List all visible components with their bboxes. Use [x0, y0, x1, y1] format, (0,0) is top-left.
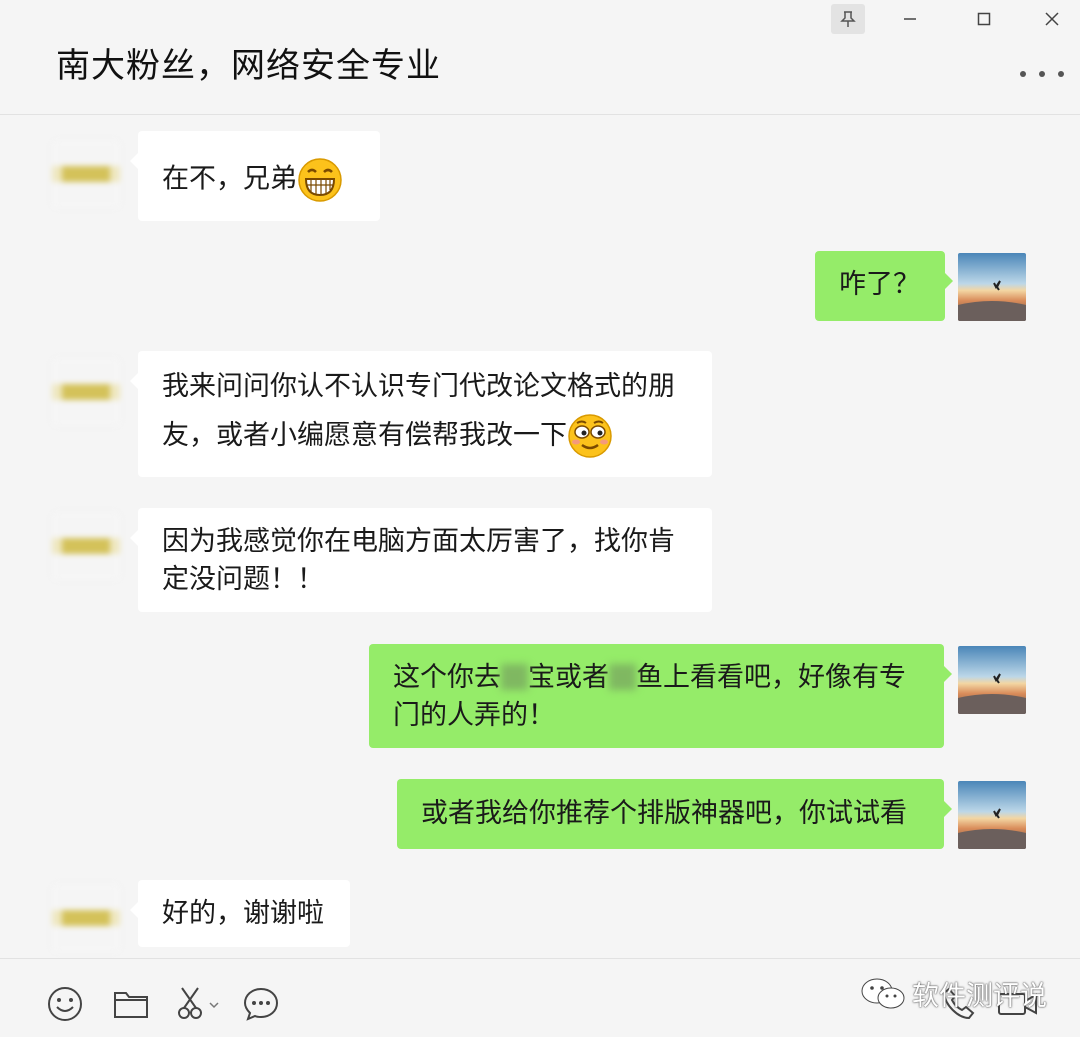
message-text-line: 门的人弄的！	[393, 700, 555, 731]
scissors-icon	[178, 987, 219, 1019]
file-button[interactable]	[112, 985, 150, 1023]
message-bubble-incoming: 我来问问你认不认识专门代改论文格式的朋 友，或者小编愿意有偿帮我改一下	[130, 351, 712, 477]
folder-icon	[114, 992, 148, 1018]
minimize-icon	[904, 18, 916, 20]
message-text-line: 友，或者小编愿意有偿帮我改一下	[162, 420, 567, 451]
pin-icon	[840, 11, 856, 27]
grin-emoji	[297, 157, 343, 203]
chat-title: 南大粉丝，网络安全专业	[56, 46, 441, 86]
message-text-line: 因为我感觉你在电脑方面太厉害了，找你肯	[162, 526, 675, 557]
message-bubble-outgoing: 或者我给你推荐个排版神器吧，你试试看	[397, 779, 952, 849]
message-bubble-incoming: 因为我感觉你在电脑方面太厉害了，找你肯 定没问题！！	[130, 508, 712, 612]
watermark: 软件测评说	[860, 974, 1047, 1013]
minimize-button[interactable]	[893, 4, 927, 34]
wechat-logo-icon	[861, 978, 905, 1008]
chat-bubble-icon	[243, 987, 279, 1021]
watermark-text: 软件测评说	[912, 981, 1047, 1012]
close-button[interactable]	[1035, 4, 1069, 34]
message-text: 咋了？	[839, 269, 920, 300]
message-bubble-outgoing: 这个你去 宝或者 鱼上看看吧，好像有专 门的人弄的！	[369, 644, 952, 748]
message-text: 好的，谢谢啦	[162, 898, 324, 929]
message-text-line: 我来问问你认不认识专门代改论文格式的朋	[162, 371, 675, 402]
chat-header: 南大粉丝，网络安全专业	[0, 0, 1080, 115]
screenshot-button[interactable]	[176, 985, 226, 1023]
chat-history-button[interactable]	[242, 985, 280, 1023]
redacted-blur	[501, 664, 528, 690]
pin-button[interactable]	[831, 4, 865, 34]
user-avatar[interactable]	[958, 781, 1026, 849]
message-text-line: 定没问题！！	[162, 564, 324, 595]
dot-icon	[1039, 71, 1045, 77]
redacted-blur	[609, 664, 636, 690]
message-text-part: 这个你去	[393, 662, 501, 693]
message-text-part: 宝或者	[528, 662, 609, 693]
message-text: 或者我给你推荐个排版神器吧，你试试看	[421, 798, 907, 829]
dot-icon	[1058, 71, 1064, 77]
maximize-icon	[977, 12, 991, 26]
contact-avatar[interactable]	[52, 358, 120, 426]
dot-icon	[1020, 71, 1026, 77]
contact-avatar[interactable]	[52, 884, 120, 952]
contact-avatar[interactable]	[52, 512, 120, 580]
message-bubble-incoming: 在不，兄弟	[130, 131, 380, 221]
maximize-button[interactable]	[967, 4, 1001, 34]
close-icon	[1045, 12, 1059, 26]
emoji-button[interactable]	[46, 985, 84, 1023]
message-bubble-outgoing: 咋了？	[815, 251, 953, 321]
message-text: 在不，兄弟	[162, 163, 297, 195]
user-avatar[interactable]	[958, 646, 1026, 714]
contact-avatar[interactable]	[52, 140, 120, 208]
message-bubble-incoming: 好的，谢谢啦	[130, 880, 350, 947]
more-options-button[interactable]	[1020, 62, 1064, 86]
wink-emoji	[567, 413, 613, 460]
user-avatar[interactable]	[958, 253, 1026, 321]
emoji-icon	[48, 987, 82, 1021]
message-text-part: 鱼上看看吧，好像有专	[636, 662, 906, 693]
